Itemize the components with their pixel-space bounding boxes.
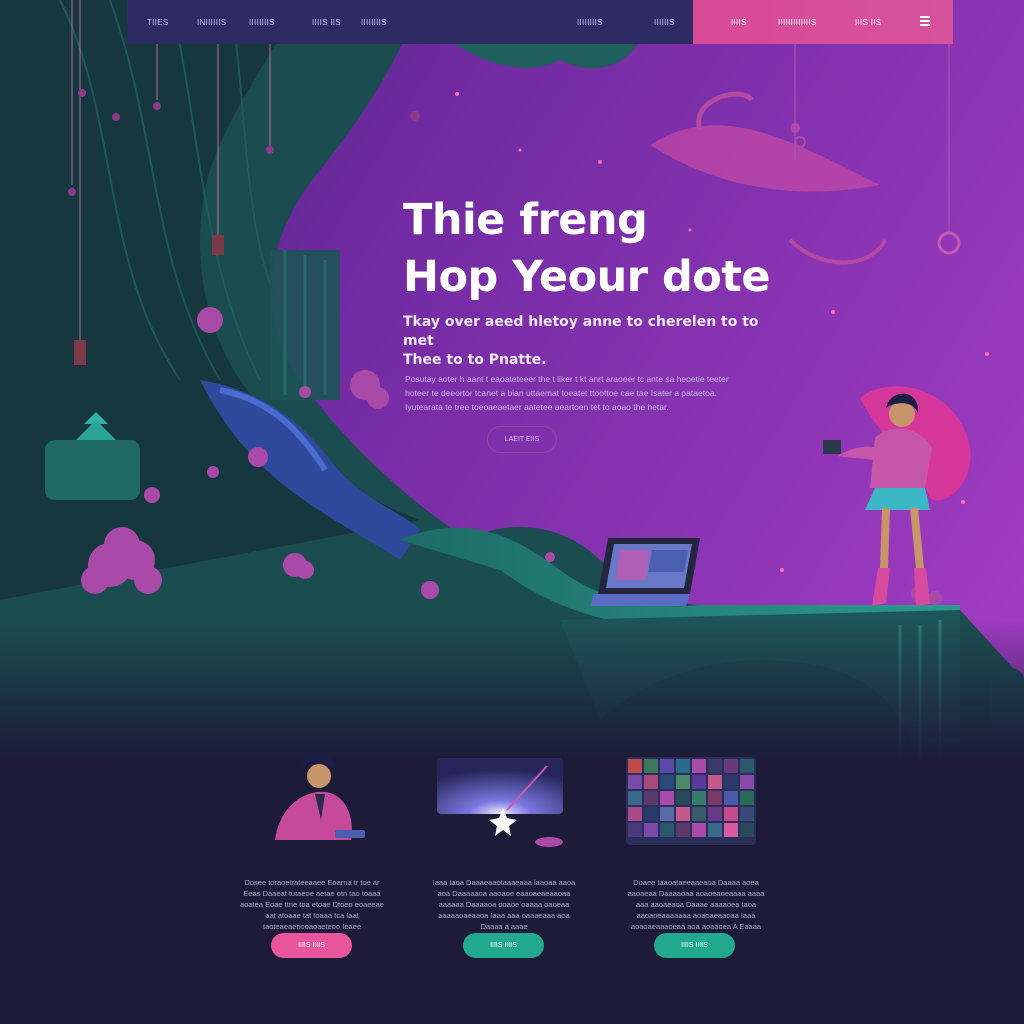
hero-subtitle-line-1: Tkay over aeed hletoy anne to cherelen t… (403, 314, 759, 349)
nav-accent-link-1[interactable]: IIIIS (731, 18, 747, 27)
nav-link-4[interactable]: IIIIS IIS (312, 18, 341, 27)
hero-cta-button[interactable]: LAEIT EIIS (487, 426, 557, 453)
developer-character-illustration (275, 752, 365, 840)
nav-link-2[interactable]: INIIIIIIS (197, 18, 226, 27)
hero-title-line-1: Thie freng (403, 195, 648, 245)
starburst-illustration (437, 758, 563, 847)
hero-title-line-2: Hop Yeour dote (403, 252, 771, 302)
hero-subtitle: Tkay over aeed hletoy anne to cherelen t… (403, 313, 763, 370)
top-navigation-bar: TIIES INIIIIIIS IIIIIIIIS IIIIS IIS IIII… (127, 0, 953, 44)
feature-1-text: Dosee toraoetrateeaaee Eoarna tr toe ar … (240, 878, 384, 931)
nav-link-6[interactable]: IIIIIIIIS (577, 18, 603, 27)
girl-character-illustration (823, 386, 971, 606)
feature-3-text: Doaee taaoataeeaaeaoa Daaaa aoea aaoaeaa… (627, 878, 765, 931)
feature-2-text: Iaaa taoa Daaaeaaotaaaeaaa laaoaa aaoa a… (432, 878, 576, 931)
nav-accent-link-3[interactable]: IIIS IIS (855, 18, 881, 27)
hamburger-menu-icon[interactable] (920, 16, 930, 26)
feature-2-button[interactable]: IIIIS IIIIS (463, 933, 544, 958)
hero-title: Thie freng Hop Yeour dote (403, 192, 803, 306)
feature-3-button[interactable]: IIIIS IIIIS (654, 933, 735, 958)
hero-subtitle-line-2: Thee to to Pnatte. (403, 352, 547, 368)
laptop-illustration (590, 538, 700, 606)
nav-link-1[interactable]: TIIES (147, 18, 169, 27)
nav-link-3[interactable]: IIIIIIIIS (249, 18, 275, 27)
photo-mosaic-illustration (626, 757, 756, 845)
feature-1-button[interactable]: IIIIS IIIIS (271, 933, 352, 958)
nav-accent-link-2[interactable]: IIIIIIIIIIIIIS (778, 18, 816, 27)
nav-link-5[interactable]: IIIIIIIIS (361, 18, 387, 27)
nav-link-7[interactable]: IIIIIIS (654, 18, 675, 27)
hero-body-text: Posutay aoter h aant t eaoateteeer the t… (405, 374, 729, 412)
